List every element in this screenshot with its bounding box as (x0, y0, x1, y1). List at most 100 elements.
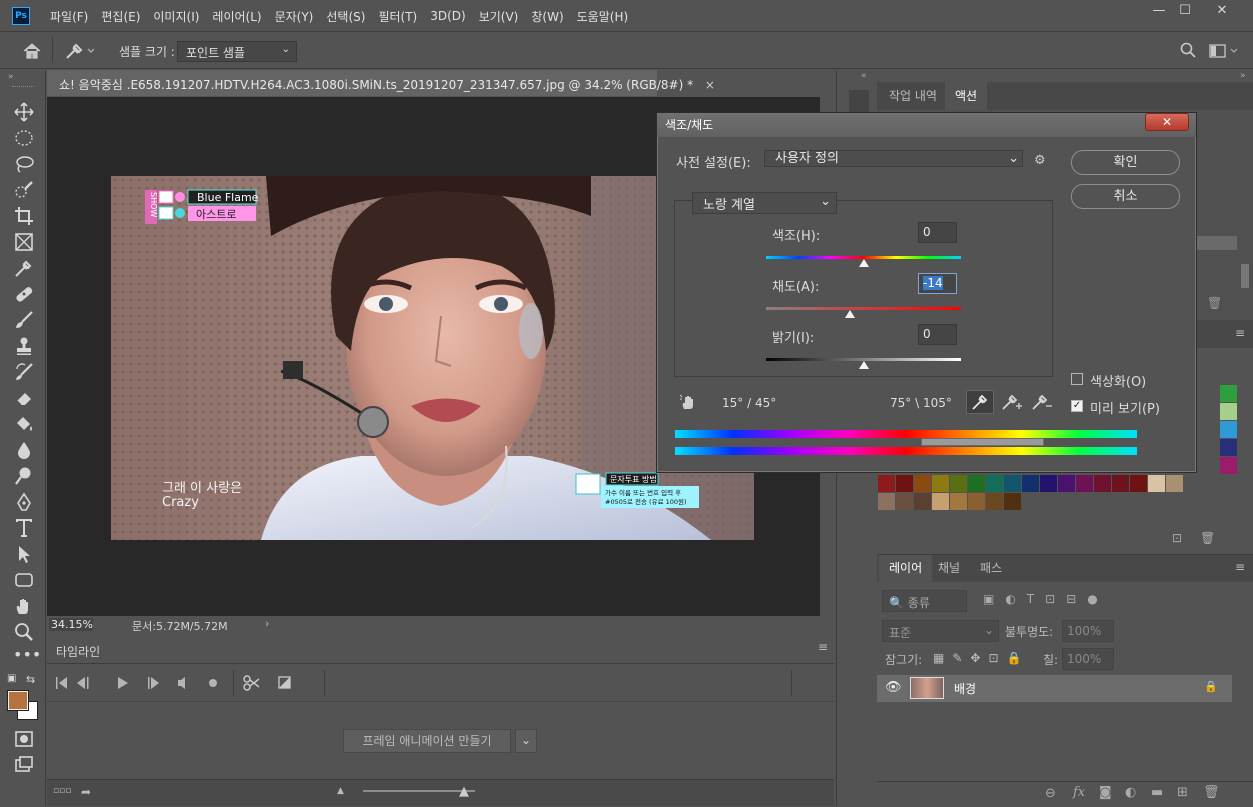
fill-input[interactable]: 100% (1062, 648, 1114, 670)
color-swatch[interactable] (896, 475, 913, 492)
new-swatch-icon[interactable]: ⊡ (1172, 531, 1182, 545)
preset-select[interactable]: 사용자 정의 ⌄ (764, 150, 1023, 167)
zoom-in-icon[interactable]: ▲ (459, 784, 469, 799)
document-tab[interactable]: 쇼! 음악중심 .E658.191207.HDTV.H264.AC3.1080i… (47, 70, 715, 96)
quick-select-icon[interactable] (13, 179, 35, 201)
dodge-icon[interactable] (13, 465, 35, 487)
link-layers-icon[interactable]: ⊖ (1045, 786, 1056, 801)
close-tab-icon[interactable]: × (705, 78, 715, 92)
menu-edit[interactable]: 편집(E) (101, 8, 140, 25)
tab-paths[interactable]: 패스 (970, 555, 1012, 582)
next-frame-icon[interactable] (148, 677, 159, 689)
hue-input[interactable]: 0 (918, 222, 957, 243)
color-swatch[interactable] (1112, 475, 1129, 492)
chevron-down-icon[interactable]: ⌄ (515, 729, 537, 753)
blend-mode-select[interactable]: 표준 ⌄ (882, 620, 999, 642)
home-icon[interactable] (22, 42, 42, 60)
lightness-input[interactable]: 0 (918, 324, 957, 345)
tab-history[interactable]: 작업 내역 (879, 82, 947, 110)
color-swatch[interactable] (1166, 475, 1183, 492)
scissors-icon[interactable] (243, 675, 260, 691)
opacity-input[interactable]: 100% (1062, 620, 1114, 642)
collapse-icon[interactable]: » (8, 72, 14, 82)
chevron-right-icon[interactable]: › (265, 617, 269, 630)
transition-icon[interactable] (278, 676, 291, 689)
menu-filter[interactable]: 필터(T) (378, 8, 417, 25)
quick-mask-icon[interactable] (13, 728, 35, 750)
color-swatch[interactable] (950, 493, 967, 510)
trash-icon[interactable]: 🗑 (1200, 531, 1215, 545)
healing-icon[interactable] (13, 283, 35, 305)
color-range-selector[interactable] (921, 438, 1044, 446)
eyedropper-add-icon[interactable] (999, 391, 1023, 413)
tab-layers[interactable]: 레이어 (879, 555, 933, 582)
preview-checkbox[interactable]: ✓ (1071, 400, 1083, 412)
timeline-mode-icon[interactable]: ▫▫▫ (53, 786, 71, 796)
target-adjust-icon[interactable] (679, 393, 697, 411)
panel-menu-icon[interactable]: ≡ (1235, 326, 1245, 340)
crop-icon[interactable] (13, 205, 35, 227)
trash-icon[interactable]: 🗑 (1203, 785, 1220, 800)
zoom-out-icon[interactable]: ▲ (337, 786, 344, 796)
action-row-highlight[interactable] (1197, 236, 1237, 250)
ok-button[interactable]: 확인 (1071, 150, 1180, 175)
gear-icon[interactable]: ⚙ (1034, 153, 1046, 168)
eye-icon[interactable]: 👁 (885, 680, 902, 695)
pen-icon[interactable] (13, 491, 35, 513)
color-swatch[interactable] (1220, 385, 1237, 402)
eyedropper-subtract-icon[interactable] (1029, 391, 1053, 413)
layer-filter-icons[interactable]: ▣◐T⊡⊟● (983, 592, 1109, 606)
color-swatch[interactable] (986, 475, 1003, 492)
shape-icon[interactable] (13, 569, 35, 591)
collapse-icon[interactable]: « (861, 71, 867, 81)
move-icon[interactable] (13, 101, 35, 123)
color-swatch[interactable] (1220, 421, 1237, 438)
default-colors-icon[interactable]: ▣ (7, 673, 16, 684)
lightness-slider-thumb[interactable] (858, 361, 869, 369)
hand-icon[interactable] (13, 595, 35, 617)
hue-slider-thumb[interactable] (858, 259, 869, 267)
new-layer-icon[interactable]: ⊞ (1177, 785, 1188, 800)
tab-actions[interactable]: 액션 (945, 82, 988, 110)
audio-icon[interactable] (178, 677, 185, 689)
lock-icons[interactable]: ▦✎✥⊡🔒 (933, 651, 1029, 665)
color-swatch[interactable] (950, 475, 967, 492)
color-swatch[interactable] (878, 493, 895, 510)
color-swatch[interactable] (1076, 475, 1093, 492)
color-swatch[interactable] (1130, 475, 1147, 492)
menu-layer[interactable]: 레이어(L) (212, 8, 261, 25)
menu-view[interactable]: 보기(V) (479, 8, 519, 25)
color-swatch[interactable] (1220, 457, 1237, 474)
color-swatch[interactable] (1058, 475, 1075, 492)
color-swatch[interactable] (1148, 475, 1165, 492)
menu-3d[interactable]: 3D(D) (430, 9, 465, 23)
adjustment-icon[interactable]: ◐ (1125, 785, 1136, 800)
eyedropper-icon[interactable] (64, 42, 94, 60)
type-icon[interactable] (13, 517, 35, 539)
color-swatch[interactable] (1220, 403, 1237, 420)
convert-icon[interactable]: ➦ (81, 785, 91, 799)
color-swatch[interactable] (1094, 475, 1111, 492)
layer-filter-select[interactable]: 🔍 종류 (882, 590, 967, 612)
scrollbar-thumb[interactable] (1241, 264, 1249, 288)
color-swatch[interactable] (1220, 439, 1237, 456)
stamp-icon[interactable] (13, 335, 35, 357)
workspace-icon[interactable] (1209, 43, 1239, 59)
color-swatch[interactable] (1004, 475, 1021, 492)
blur-icon[interactable] (13, 439, 35, 461)
fx-icon[interactable]: fx (1073, 785, 1085, 800)
saturation-slider-track[interactable] (766, 307, 961, 310)
color-swatch[interactable] (896, 493, 913, 510)
search-icon[interactable] (1180, 42, 1196, 58)
menu-window[interactable]: 창(W) (531, 8, 563, 25)
mask-icon[interactable]: ◙ (1099, 785, 1112, 800)
close-window-button[interactable]: ✕ (1205, 0, 1239, 22)
menu-help[interactable]: 도움말(H) (577, 8, 629, 25)
marquee-icon[interactable] (13, 127, 35, 149)
color-swatch[interactable] (914, 475, 931, 492)
color-swatch[interactable] (986, 493, 1003, 510)
brush-icon[interactable] (13, 309, 35, 331)
layer-row[interactable]: 👁 배경 🔒 (877, 675, 1232, 702)
panel-menu-icon[interactable]: ≡ (1235, 560, 1245, 574)
menu-file[interactable]: 파일(F) (50, 8, 88, 25)
